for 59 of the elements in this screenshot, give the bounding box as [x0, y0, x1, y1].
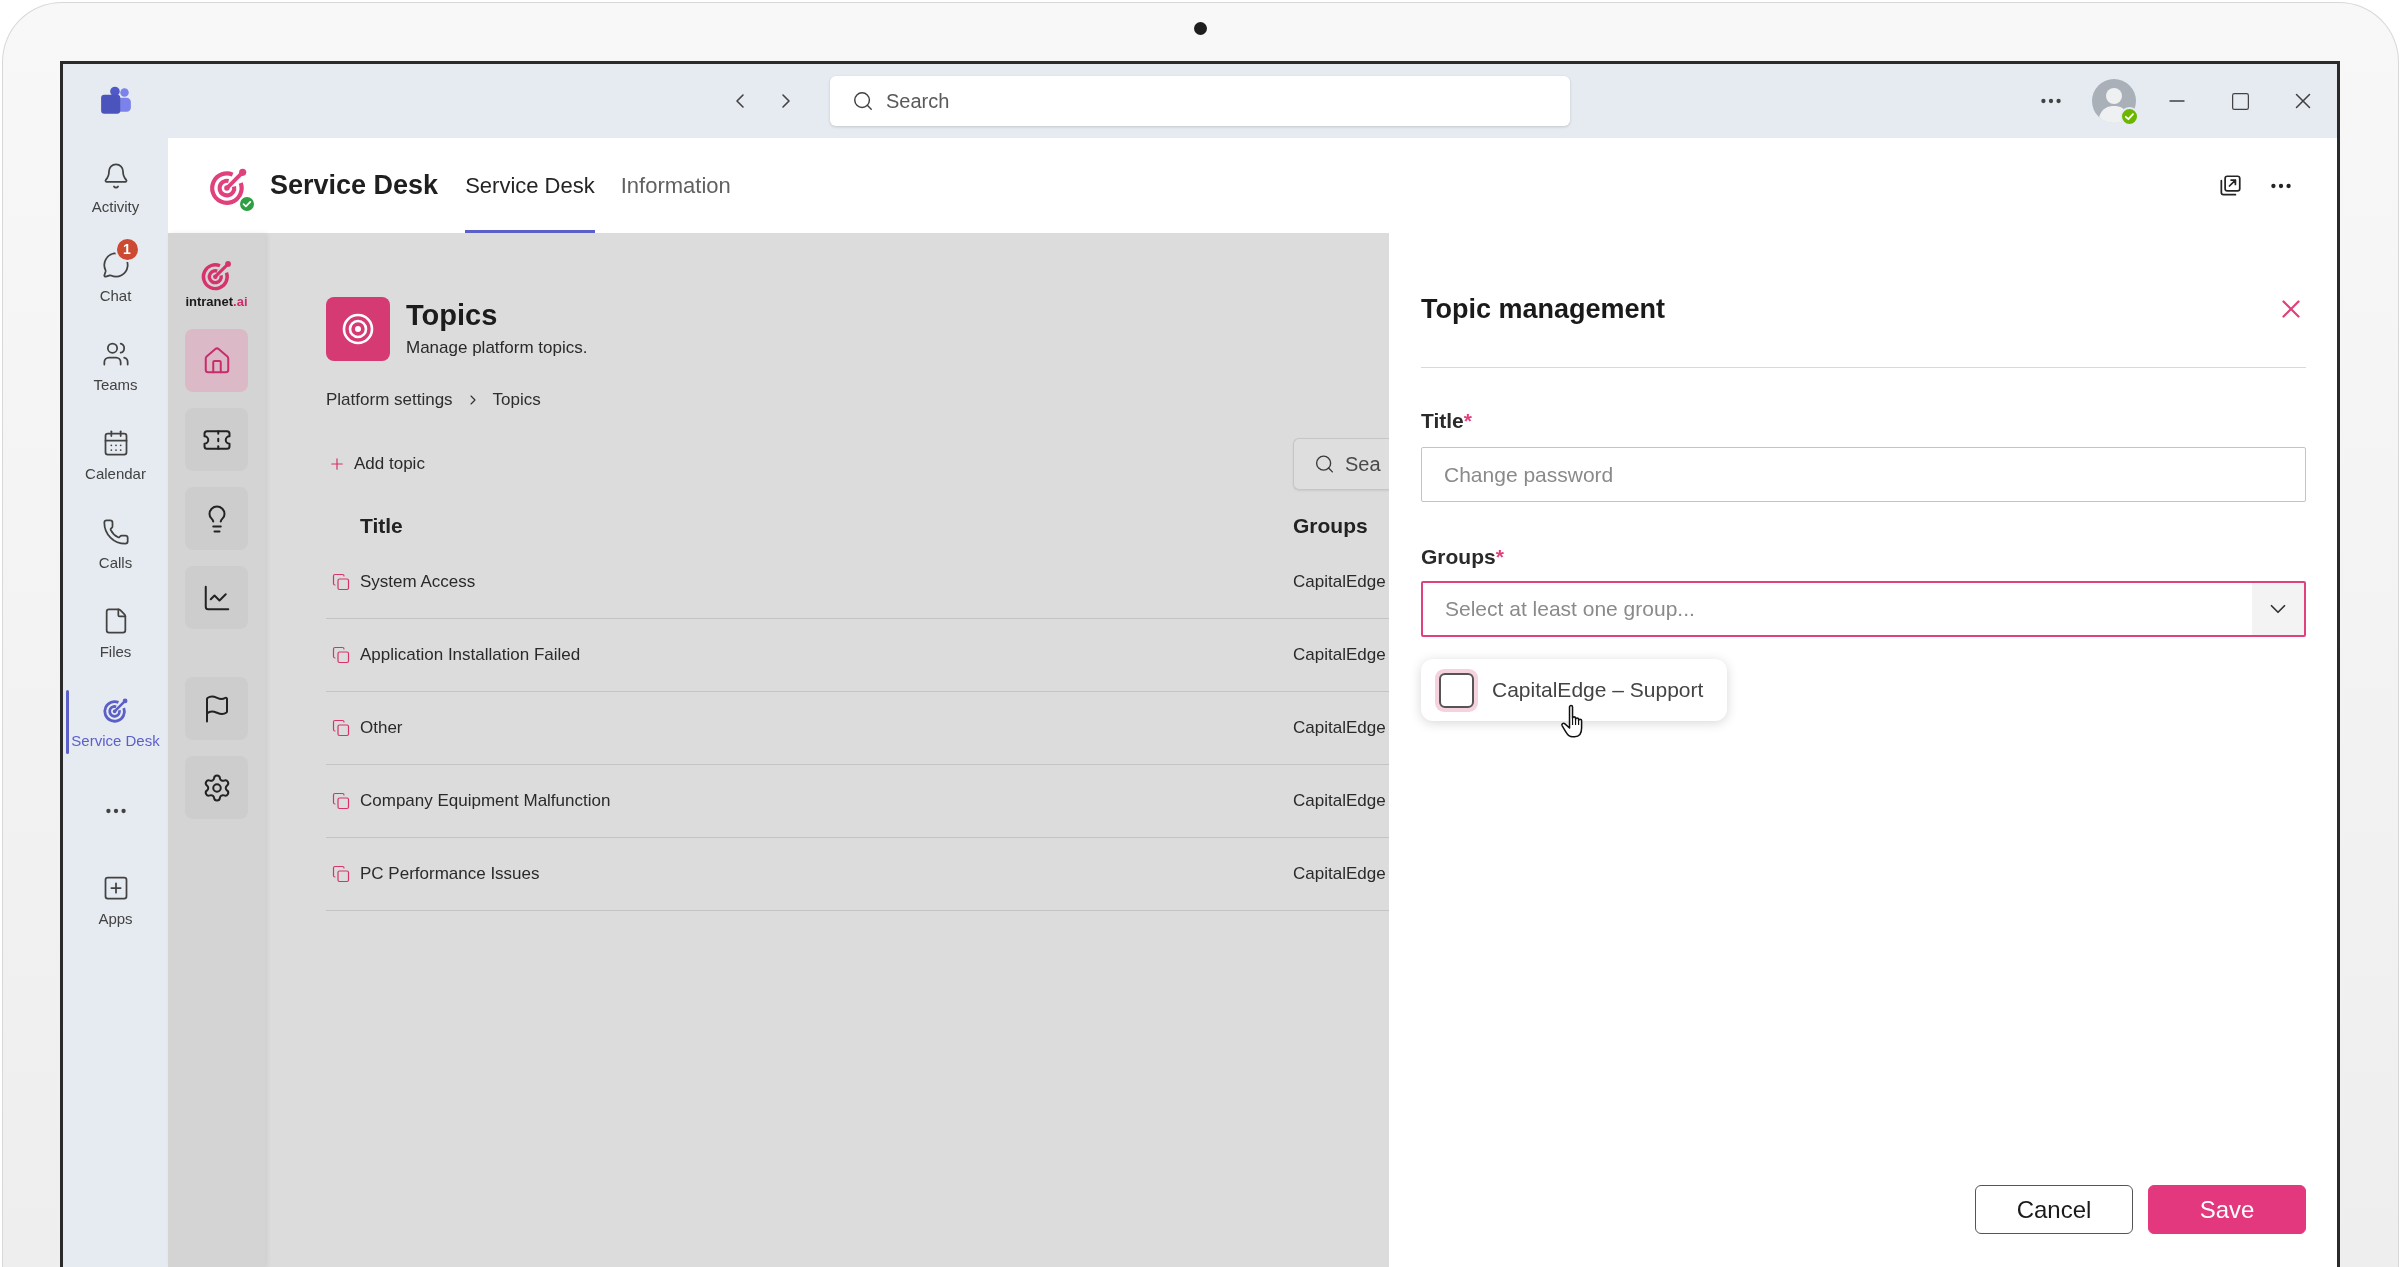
- webcam-icon: [1193, 21, 1207, 35]
- rail-item[interactable]: Apps: [65, 864, 166, 936]
- table-cell: Application Installation Failed: [360, 645, 581, 665]
- check-badge-icon: [238, 194, 256, 213]
- search-field[interactable]: Sea: [1293, 438, 1389, 490]
- checkbox[interactable]: [1435, 668, 1478, 712]
- rail-item[interactable]: Files: [65, 597, 166, 669]
- table-cell: CapitalEdge: [1293, 572, 1386, 591]
- search-icon: [852, 90, 874, 112]
- option-label[interactable]: CapitalEdge – Support: [1492, 678, 1704, 702]
- nav-button[interactable]: [185, 566, 248, 629]
- brand-name: intranet.ai: [185, 294, 248, 309]
- table-cell: CapitalEdge: [1293, 864, 1386, 883]
- rail-item[interactable]: Service Desk: [65, 686, 166, 758]
- target-icon: [326, 297, 390, 361]
- rail-item[interactable]: Calendar: [65, 419, 166, 491]
- table-cell: CapitalEdge: [1293, 791, 1386, 810]
- input-field[interactable]: Change password: [1421, 447, 2306, 502]
- table-cell: Other: [360, 718, 403, 738]
- maximize-icon[interactable]: [2229, 90, 2251, 112]
- table-cell: PC Performance Issues: [360, 864, 540, 884]
- copy-icon: [332, 719, 350, 737]
- nav-button[interactable]: [185, 756, 248, 819]
- tab[interactable]: Information: [620, 138, 731, 233]
- copy-icon: [332, 792, 350, 810]
- target-logo-icon: [199, 258, 234, 292]
- popout-icon[interactable]: [2217, 172, 2243, 199]
- app-logo-icon[interactable]: [98, 86, 133, 116]
- app-title: Service Desk: [270, 170, 439, 201]
- page-subtitle: Manage platform topics.: [406, 338, 588, 358]
- copy-icon: [332, 646, 350, 664]
- copy-icon: [332, 865, 350, 883]
- nav-button[interactable]: [185, 487, 248, 550]
- plus-icon: [328, 455, 346, 473]
- breadcrumb-item: Topics: [492, 390, 541, 410]
- table-cell: Company Equipment Malfunction: [360, 791, 611, 811]
- rail-item[interactable]: Calls: [65, 508, 166, 580]
- field-label: Groups*: [1421, 545, 1504, 569]
- page-title: Topics: [406, 299, 499, 332]
- column-header: Title: [359, 514, 403, 538]
- breadcrumb-item[interactable]: Platform settings: [326, 390, 453, 410]
- rail-item[interactable]: Activity: [65, 152, 166, 224]
- phone-icon: [101, 517, 130, 546]
- copy-icon: [332, 573, 350, 591]
- nav-button[interactable]: [185, 408, 248, 471]
- table-cell: System Access: [360, 572, 476, 592]
- add-topic-button[interactable]: Add topic: [326, 454, 425, 474]
- save-button[interactable]: Save: [2148, 1185, 2306, 1234]
- nav-button[interactable]: [185, 677, 248, 740]
- table-cell: CapitalEdge: [1293, 645, 1386, 664]
- cancel-button[interactable]: Cancel: [1975, 1185, 2133, 1234]
- search-field[interactable]: Search: [830, 76, 1570, 126]
- search-icon: [1314, 453, 1335, 475]
- rail-item[interactable]: Teams: [65, 330, 166, 402]
- column-header: Groups: [1293, 514, 1368, 538]
- table-cell: CapitalEdge: [1293, 718, 1386, 737]
- unread-badge: 1: [114, 236, 140, 262]
- panel-title: Topic management: [1421, 293, 1666, 325]
- field-label: Title*: [1421, 409, 1472, 433]
